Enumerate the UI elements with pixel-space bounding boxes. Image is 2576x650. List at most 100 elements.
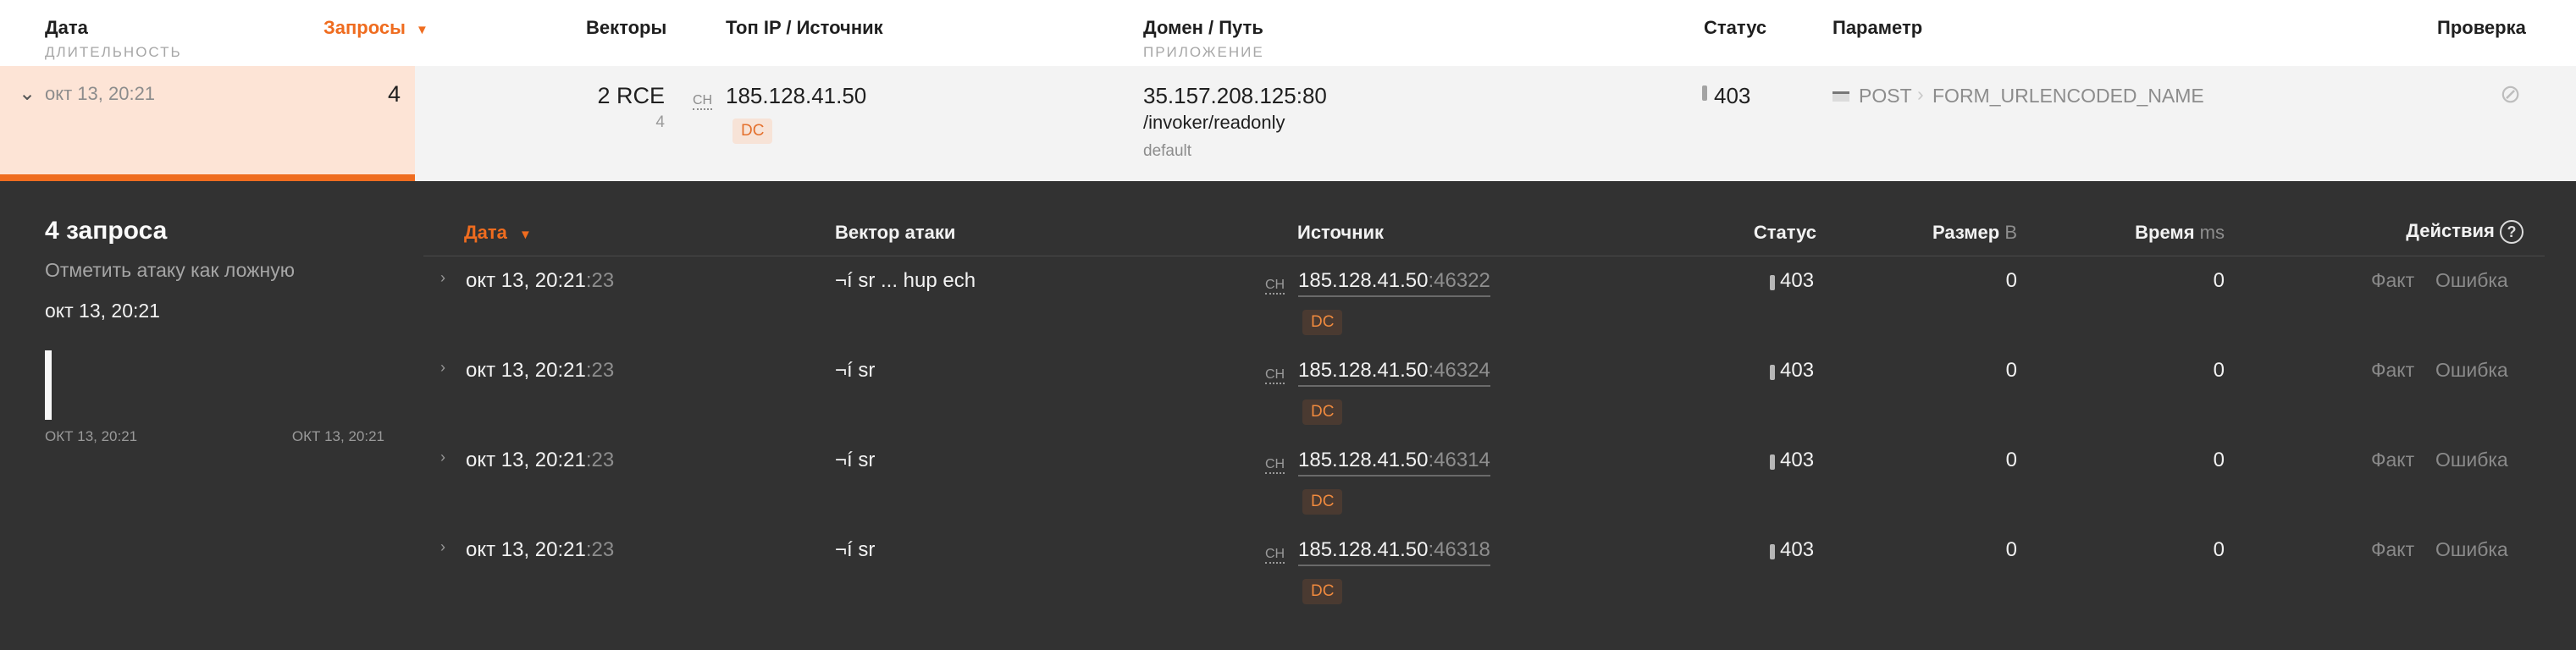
attack-requests-count: 4 (387, 81, 401, 107)
source-dc-badge: DC (1302, 399, 1343, 425)
request-size: 0 (2005, 269, 2017, 292)
ip-country-tag: CH (1265, 457, 1285, 474)
column-vectors[interactable]: Векторы (586, 17, 666, 39)
column-date[interactable]: Дата (45, 17, 88, 39)
request-status: 403 (1780, 269, 1815, 292)
details-column-date-label: Дата (464, 222, 507, 243)
request-source-port: :46318 (1428, 538, 1490, 561)
attack-status: 403 (1714, 83, 1751, 108)
source-dc-badge: DC (1302, 310, 1343, 335)
expand-chevron-icon[interactable]: › (440, 449, 445, 466)
column-requests[interactable]: Запросы ▼ (323, 17, 428, 39)
details-column-date[interactable]: Дата ▼ (464, 222, 532, 244)
attack-top-ip[interactable]: 185.128.41.50 (726, 83, 866, 109)
mark-fact-button[interactable]: Факт (2371, 269, 2414, 292)
details-column-actions: Действия ? (2406, 220, 2523, 245)
details-column-status[interactable]: Статус (1754, 222, 1816, 244)
mark-error-button[interactable]: Ошибка (2435, 449, 2508, 471)
details-column-time[interactable]: Время ms (2135, 222, 2225, 244)
column-domain-path[interactable]: Домен / Путь (1143, 17, 1263, 39)
status-indicator (1770, 544, 1775, 564)
details-column-source[interactable]: Источник (1297, 222, 1384, 244)
request-vector[interactable]: ¬í sr (835, 538, 875, 562)
column-duration[interactable]: ДЛИТЕЛЬНОСТЬ (45, 44, 182, 61)
mark-error-button[interactable]: Ошибка (2435, 538, 2508, 561)
details-column-size[interactable]: Размер B (1932, 222, 2017, 244)
attack-row[interactable]: ⌄ окт 13, 20:21 4 2 RCE 4 CH 185.128.41.… (0, 66, 2576, 181)
request-source-port: :46322 (1428, 269, 1490, 292)
mark-false-positive-link[interactable]: Отметить атаку как ложную (45, 259, 295, 282)
request-date-seconds: :23 (585, 269, 615, 292)
request-date: окт 13, 20:21:23 (466, 538, 614, 562)
column-status[interactable]: Статус (1704, 17, 1766, 39)
attack-date: окт 13, 20:21 (45, 83, 156, 104)
table-header: Дата ДЛИТЕЛЬНОСТЬ Запросы ▼ Векторы Топ … (0, 0, 2576, 66)
attack-path: /invoker/readonly (1143, 112, 1285, 133)
help-icon[interactable]: ? (2500, 220, 2523, 245)
expand-chevron-icon[interactable]: › (440, 538, 445, 556)
source-dc-badge: DC (1302, 579, 1343, 604)
request-date-seconds: :23 (585, 449, 615, 471)
attack-details-panel: 4 запроса Отметить атаку как ложную окт … (0, 181, 2576, 650)
param-name: FORM_URLENCODED_NAME (1932, 85, 2204, 107)
column-top-ip[interactable]: Топ IP / Источник (726, 17, 883, 39)
ip-dc-badge: DC (732, 118, 773, 144)
details-column-actions-label: Действия (2406, 220, 2495, 241)
mark-fact-button[interactable]: Факт (2371, 538, 2414, 561)
details-date: окт 13, 20:21 (45, 300, 160, 322)
source-dc-badge: DC (1302, 489, 1343, 515)
sort-desc-icon: ▼ (416, 23, 428, 37)
attack-domain[interactable]: 35.157.208.125:80 (1143, 83, 1327, 109)
column-application[interactable]: ПРИЛОЖЕНИЕ (1143, 44, 1264, 61)
request-date-main: окт 13, 20:21 (466, 269, 586, 292)
request-vector[interactable]: ¬í sr (835, 359, 875, 383)
check-disabled-icon[interactable]: ⊘ (2500, 80, 2521, 109)
timeline-end: ОКТ 13, 20:21 (291, 428, 384, 444)
request-source[interactable]: 185.128.41.50:46322 (1298, 269, 1490, 297)
request-date-seconds: :23 (585, 359, 615, 382)
ip-country-tag: CH (1265, 367, 1285, 384)
expand-chevron-icon[interactable]: › (440, 359, 445, 377)
request-vector[interactable]: ¬í sr ... hup ech (835, 269, 976, 293)
request-source-ip: 185.128.41.50 (1298, 449, 1429, 471)
request-date-main: окт 13, 20:21 (466, 359, 586, 382)
request-vector[interactable]: ¬í sr (835, 449, 875, 472)
details-column-time-label: Время (2135, 222, 2195, 243)
request-status: 403 (1780, 359, 1815, 382)
request-size: 0 (2005, 538, 2017, 561)
mark-error-button[interactable]: Ошибка (2435, 359, 2508, 382)
column-parameter[interactable]: Параметр (1832, 17, 1922, 39)
status-indicator (1770, 365, 1775, 384)
attack-date-cell[interactable]: ⌄ окт 13, 20:21 4 (0, 66, 415, 181)
ip-country-tag: CH (1265, 278, 1285, 295)
request-source[interactable]: 185.128.41.50:46324 (1298, 359, 1490, 387)
expand-chevron-icon[interactable]: › (440, 269, 445, 287)
details-column-size-label: Размер (1932, 222, 2000, 243)
column-check: Проверка (2437, 17, 2526, 38)
timeline-start: ОКТ 13, 20:21 (45, 428, 138, 444)
details-column-vector[interactable]: Вектор атаки (835, 222, 955, 244)
request-status: 403 (1780, 538, 1815, 561)
request-source[interactable]: 185.128.41.50:46314 (1298, 449, 1490, 476)
collapse-chevron-icon[interactable]: ⌄ (19, 81, 36, 106)
sort-desc-icon: ▼ (519, 228, 532, 242)
request-time: 0 (2213, 359, 2225, 382)
mark-fact-button[interactable]: Факт (2371, 359, 2414, 382)
time-unit: ms (2199, 222, 2225, 243)
request-date-main: окт 13, 20:21 (466, 538, 586, 561)
request-source-ip: 185.128.41.50 (1298, 269, 1429, 292)
timeline-bar (45, 350, 52, 420)
ip-country-tag: CH (1265, 547, 1285, 564)
size-unit: B (2004, 222, 2017, 243)
request-source-port: :46324 (1428, 359, 1490, 382)
status-indicator (1770, 454, 1775, 474)
request-size: 0 (2005, 359, 2017, 382)
mark-fact-button[interactable]: Факт (2371, 449, 2414, 471)
request-date: окт 13, 20:21:23 (466, 269, 614, 293)
param-separator: › (1917, 83, 1924, 105)
mark-error-button[interactable]: Ошибка (2435, 269, 2508, 292)
request-source-ip: 185.128.41.50 (1298, 538, 1429, 561)
details-title: 4 запроса (45, 217, 168, 245)
request-source[interactable]: 185.128.41.50:46318 (1298, 538, 1490, 566)
attack-application: default (1143, 142, 1192, 160)
